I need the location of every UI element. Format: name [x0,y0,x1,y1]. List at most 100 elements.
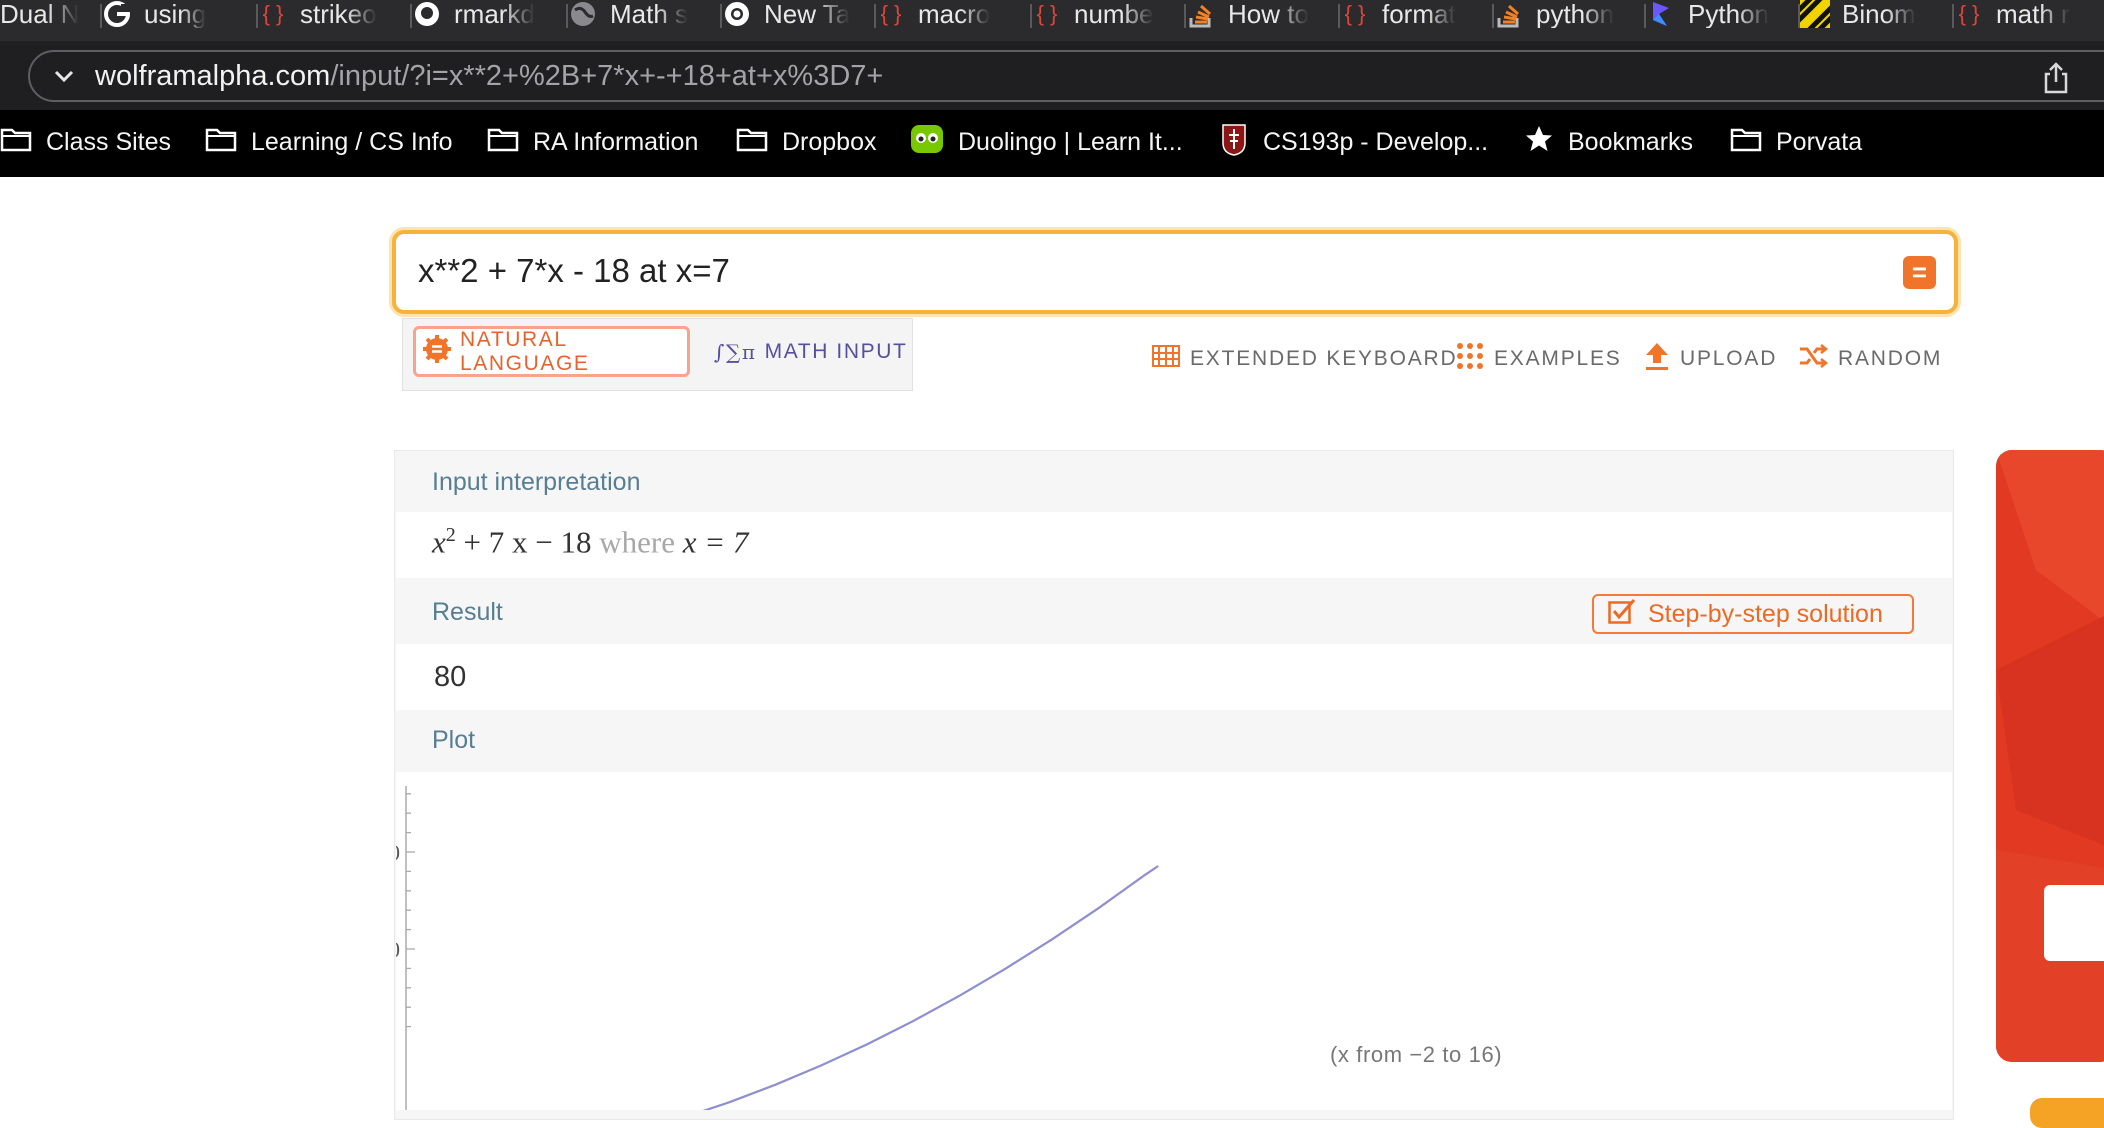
compute-button[interactable]: = [1903,256,1936,289]
keyboard-icon [1152,345,1180,373]
pycharm-icon [1646,0,1676,28]
expr-base: x [432,524,446,560]
url-text[interactable]: wolframalpha.com/input/?i=x**2+%2B+7*x+-… [95,60,883,93]
stackoverflow-icon [1494,0,1524,28]
bookmark-label: Learning / CS Info [251,127,453,156]
bookmark-label: Class Sites [46,127,172,156]
duolingo-icon [910,123,944,162]
result-body [396,644,1952,710]
tab-2[interactable]: { } strikeo [240,0,412,28]
result-value: 80 [434,661,467,693]
bookmark-porvata[interactable]: Porvata [1730,124,1862,160]
bookmark-duolingo[interactable]: Duolingo | Learn It... [910,124,1183,160]
folder-icon [0,126,32,159]
math-symbols-icon: ∫∑π [714,340,757,364]
bookmark-bookmarks[interactable]: Bookmarks [1524,124,1693,160]
y-tick-label: 200 [396,937,400,962]
code-icon: { } [880,1,902,26]
stackoverflow-icon [1186,0,1216,28]
tab-13[interactable]: { } math r [1936,0,2104,28]
checkbox-icon [1608,598,1636,631]
tab-title: rmarkd [454,0,535,28]
shuffle-icon [1798,344,1829,374]
share-icon[interactable] [2042,62,2070,94]
tab-title: New Ta [764,0,851,28]
stripes-icon [1800,0,1830,28]
examples-button[interactable]: EXAMPLES [1456,342,1622,376]
random-button[interactable]: RANDOM [1798,342,1942,376]
bookmark-class-sites[interactable]: Class Sites [0,124,171,160]
math-input-tab[interactable]: ∫∑π MATH INPUT [714,332,907,372]
tab-12[interactable]: Binom [1782,0,1954,28]
grid-dots-icon [1456,342,1484,376]
tab-7[interactable]: { } numbe [1014,0,1186,28]
tab-6[interactable]: { } macro [858,0,1032,28]
bookmark-label: RA Information [533,127,699,156]
tab-9[interactable]: { } format [1322,0,1494,28]
tab-title: Python [1688,0,1769,28]
tab-title: using [144,0,207,28]
google-icon [102,0,132,28]
bookmark-label: CS193p - Develop... [1263,127,1489,156]
expr-exponent: 2 [445,524,456,546]
equals-icon: = [1911,257,1928,287]
random-label: RANDOM [1838,347,1943,370]
url-path: /input/?i=x**2+%2B+7*x+-+18+at+x%3D7+ [330,60,884,92]
url-host: wolframalpha.com [95,60,331,92]
tab-title: numbe [1074,0,1154,28]
plot-title: Plot [432,726,476,754]
ad-background [1996,450,2104,1062]
bookmark-cs193p[interactable]: CS193p - Develop... [1219,123,1489,160]
natural-language-tab[interactable]: NATURAL LANGUAGE [413,326,690,377]
code-icon: { } [262,1,284,26]
globe-icon [568,0,598,28]
tab-title: format [1382,0,1456,28]
tab-title: Math s [610,0,689,28]
y-tick-label: 300 [396,840,400,865]
natural-language-label: NATURAL LANGUAGE [460,327,590,375]
tab-3[interactable]: rmarkd [394,0,568,28]
chrome-icon [722,0,752,28]
tab-8[interactable]: How to [1168,0,1340,28]
tab-5[interactable]: New Ta [704,0,876,28]
bookmark-label: Bookmarks [1568,127,1694,156]
code-icon: { } [1036,1,1058,26]
step-by-step-button[interactable]: Step-by-step solution [1592,594,1914,634]
expr-rest: + 7 x − 18 [463,524,592,560]
tab-1[interactable]: using [84,0,258,28]
tab-title: How to [1228,0,1309,28]
upload-icon [1644,341,1670,377]
plot-chart: 200 300 [396,772,1952,1110]
code-icon: { } [1958,1,1980,26]
tab-title: macro [918,0,991,28]
bookmark-label: Porvata [1776,127,1863,156]
tab-title: python [1536,0,1615,28]
star-icon [1524,124,1554,161]
bookmark-dropbox[interactable]: Dropbox [736,124,877,160]
stanford-icon [1219,121,1249,164]
input-interpretation-expression: x2 + 7 x − 18 where x = 7 [432,524,748,560]
tab-4[interactable]: Math s [550,0,722,28]
examples-label: EXAMPLES [1494,347,1622,370]
bookmark-learning-cs-info[interactable]: Learning / CS Info [205,124,453,160]
upload-label: UPLOAD [1680,347,1778,370]
expr-where: where [599,524,675,560]
tab-title: math r [1996,0,2070,28]
tab-11[interactable]: Python [1628,0,1800,28]
code-icon: { } [1344,1,1366,26]
bookmark-ra-information[interactable]: RA Information [487,124,698,160]
tab-title: strikeo [300,0,377,28]
folder-icon [736,126,768,159]
folder-icon [205,126,237,159]
folder-icon [487,126,519,159]
upload-button[interactable]: UPLOAD [1644,342,1777,376]
bookmark-label: Dropbox [782,127,877,156]
chevron-down-icon[interactable] [52,66,76,86]
tab-10[interactable]: python [1476,0,1646,28]
folder-icon [1730,126,1762,159]
tab-title: Dual N [0,0,80,28]
result-title: Result [432,598,503,626]
ad-panel[interactable] [1996,450,2104,1062]
extended-keyboard-button[interactable]: EXTENDED KEYBOARD [1152,342,1458,376]
query-text[interactable]: x**2 + 7*x - 18 at x=7 [418,252,730,290]
